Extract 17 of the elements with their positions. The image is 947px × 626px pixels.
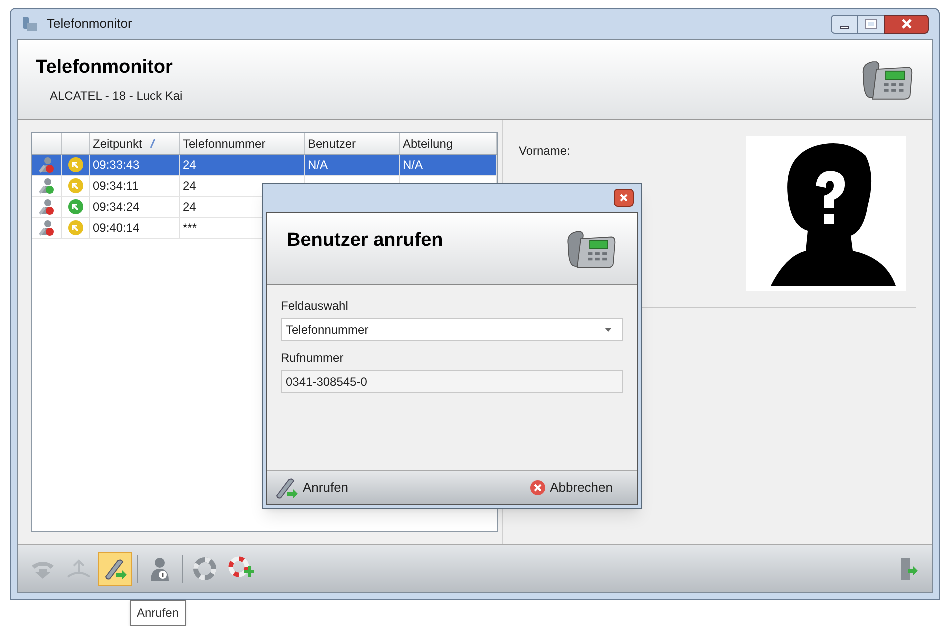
field-label: Feldauswahl (281, 298, 350, 315)
header-title: Telefonmonitor (36, 56, 174, 80)
table-cell-text: 24 (183, 178, 196, 195)
field-label: Rufnummer (281, 350, 345, 367)
table-cell-text: 09:34:24 (93, 199, 140, 216)
tooltip: Anrufen (130, 600, 186, 626)
table-cell-text: N/A (308, 157, 328, 174)
table-cell-text: N/A (403, 157, 424, 174)
window-title: Telefonmonitor (47, 15, 132, 34)
table-cell-text: 24 (183, 157, 196, 174)
table-cell-text: 24 (183, 199, 196, 216)
detail-label: Vorname: (519, 143, 570, 160)
table-cell-text: 09:33:43 (93, 157, 140, 174)
table-cell-text: 09:40:14 (93, 220, 140, 237)
header-subtitle: ALCATEL - 18 - Luck Kai (50, 88, 183, 105)
table-cell-text: 09:34:11 (93, 178, 139, 195)
table-cell-text: *** (183, 220, 198, 237)
